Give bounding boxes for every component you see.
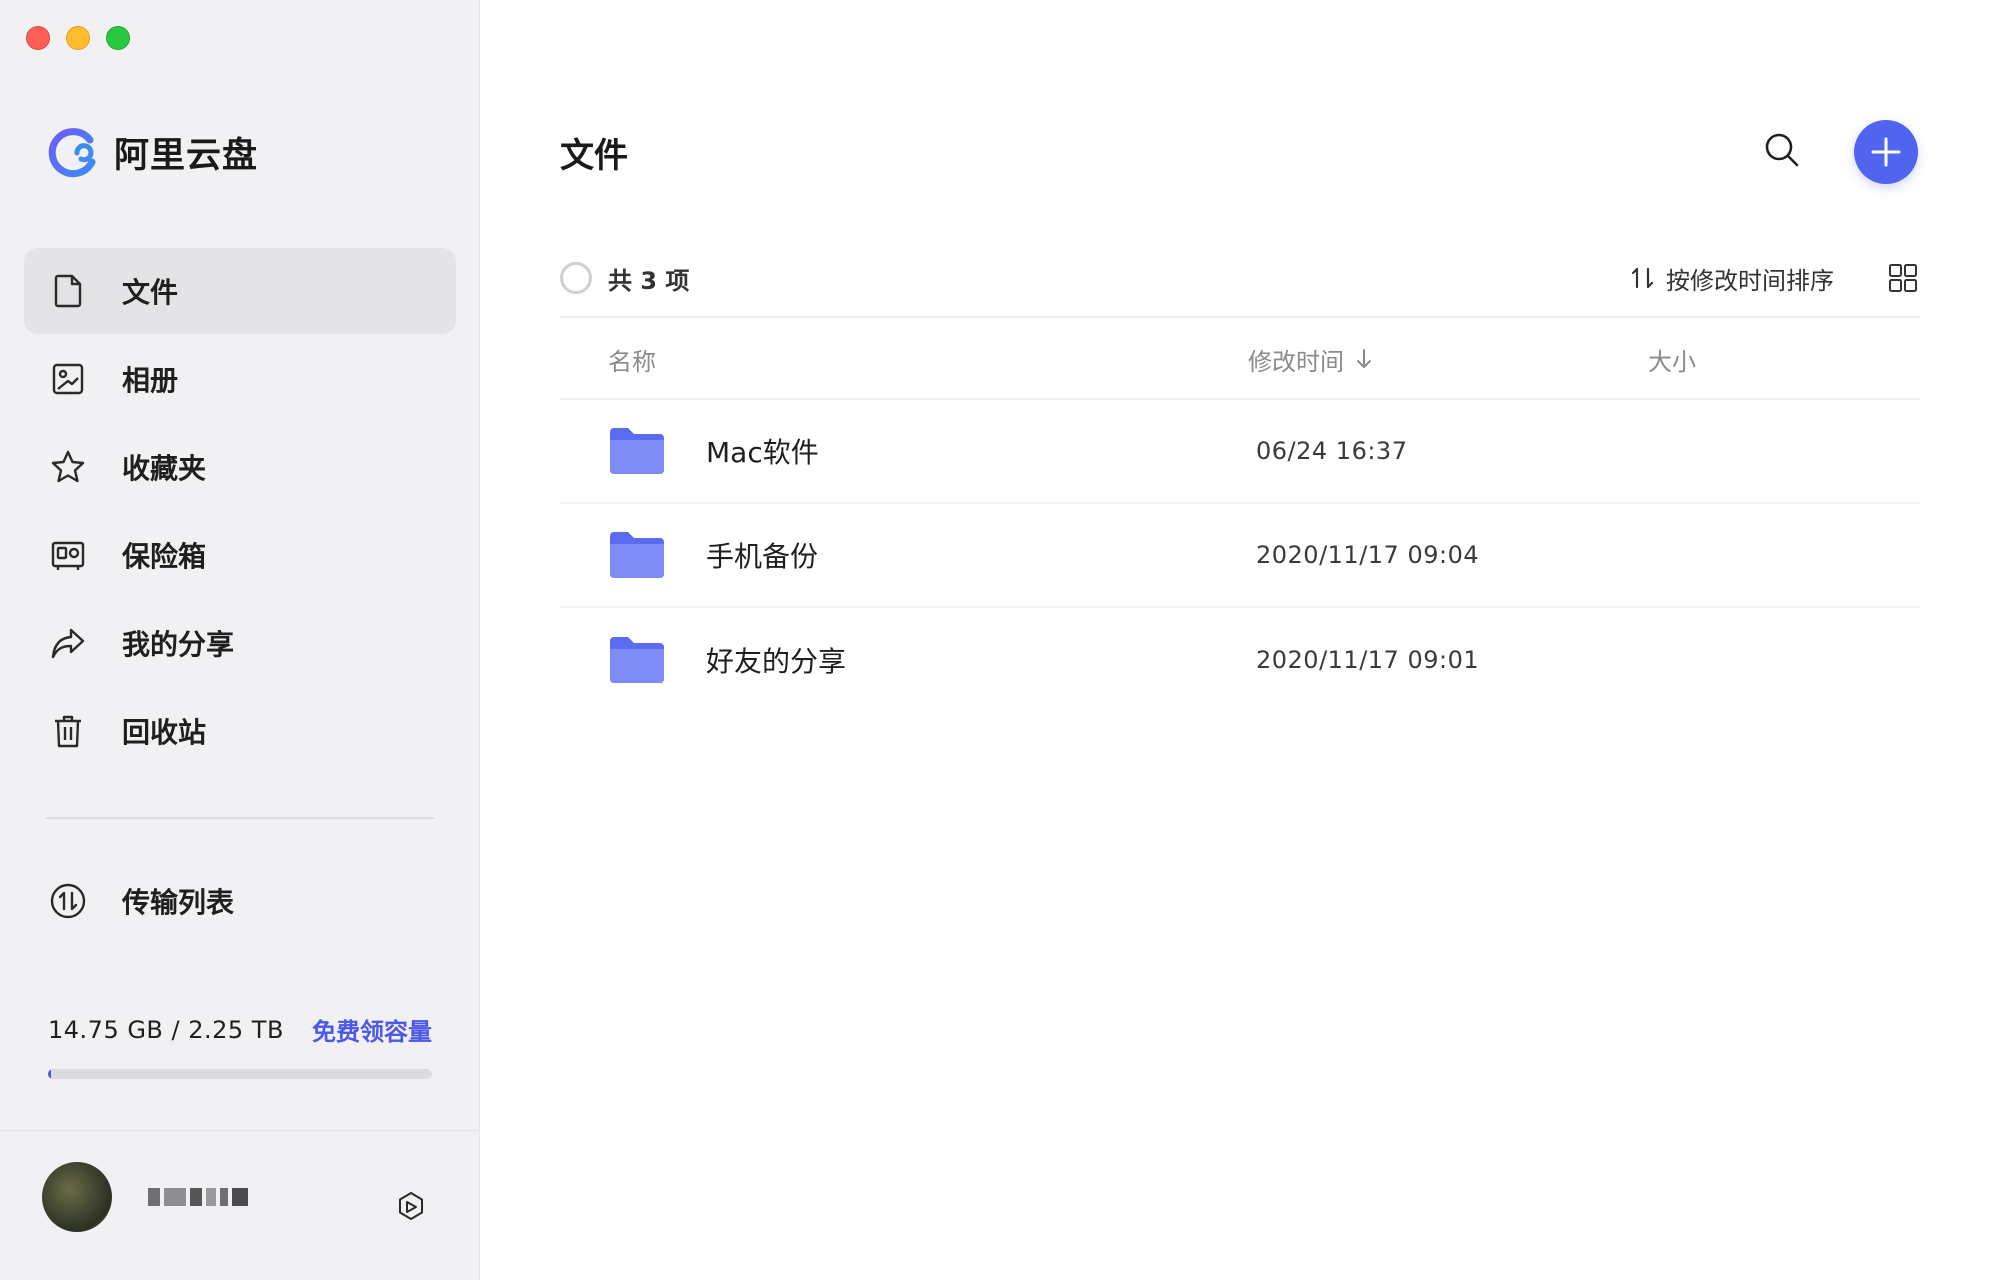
sidebar-item-trash[interactable]: 回收站 — [24, 688, 456, 774]
sidebar-item-album[interactable]: 相册 — [24, 336, 456, 422]
search-icon[interactable] — [1762, 130, 1802, 170]
arrow-down-icon — [1357, 349, 1371, 368]
folder-icon — [610, 532, 664, 578]
file-modified-time: 06/24 16:37 — [1256, 437, 1408, 465]
folder-icon — [610, 637, 664, 683]
transfer-section: 传输列表 — [24, 858, 456, 946]
file-name: 好友的分享 — [706, 645, 847, 678]
minimize-window-button[interactable] — [66, 26, 90, 50]
column-time-label: 修改时间 — [1248, 347, 1344, 376]
sidebar-divider — [46, 817, 434, 819]
user-divider — [0, 1130, 480, 1131]
storage-info: 14.75 GB / 2.25 TB 免费领容量 — [48, 1012, 432, 1079]
sort-button[interactable]: 按修改时间排序 — [1628, 261, 1834, 296]
free-capacity-link[interactable]: 免费领容量 — [312, 1012, 432, 1047]
sidebar-item-label: 我的分享 — [122, 628, 235, 661]
trash-icon — [46, 709, 90, 753]
column-time-header[interactable]: 修改时间 — [1248, 342, 1648, 377]
select-all-checkbox[interactable] — [560, 262, 592, 294]
sidebar-item-label: 文件 — [122, 276, 179, 309]
table-row[interactable]: Mac软件 06/24 16:37 — [560, 400, 1920, 504]
sort-icon — [1631, 267, 1654, 289]
file-name: Mac软件 — [706, 436, 819, 469]
column-size-header[interactable]: 大小 — [1648, 342, 1696, 377]
app-name: 阿里云盘 — [114, 135, 259, 176]
sidebar-item-label: 回收站 — [122, 716, 207, 749]
grid-view-icon[interactable] — [1886, 261, 1920, 295]
sidebar-item-my-shares[interactable]: 我的分享 — [24, 600, 456, 686]
brand: 阿里云盘 — [46, 126, 258, 178]
table-header: 名称 修改时间 大小 — [560, 320, 1920, 400]
file-name: 手机备份 — [706, 540, 819, 573]
safe-icon — [46, 533, 90, 577]
username-redacted — [148, 1188, 248, 1206]
user-profile[interactable] — [42, 1162, 248, 1232]
sidebar-nav: 文件 相册 收藏夹 保险箱 我的分享 回收站 — [24, 248, 456, 776]
file-toolbar: 共 3 项 按修改时间排序 — [560, 248, 1920, 318]
settings-icon[interactable] — [394, 1190, 428, 1224]
zoom-window-button[interactable] — [106, 26, 130, 50]
photo-album-icon — [46, 357, 90, 401]
folder-icon — [610, 428, 664, 474]
share-icon — [46, 621, 90, 665]
window-controls — [26, 26, 130, 50]
storage-usage-text: 14.75 GB / 2.25 TB — [48, 1015, 284, 1044]
sidebar-item-label: 相册 — [122, 364, 179, 397]
sidebar-item-favorites[interactable]: 收藏夹 — [24, 424, 456, 510]
sidebar-item-safe[interactable]: 保险箱 — [24, 512, 456, 598]
plus-icon — [1871, 137, 1901, 167]
file-modified-time: 2020/11/17 09:04 — [1256, 541, 1480, 569]
close-window-button[interactable] — [26, 26, 50, 50]
file-modified-time: 2020/11/17 09:01 — [1256, 646, 1480, 674]
sidebar-item-transfer-list[interactable]: 传输列表 — [24, 858, 456, 944]
table-row[interactable]: 好友的分享 2020/11/17 09:01 — [560, 608, 1920, 712]
sidebar-item-label: 保险箱 — [122, 540, 207, 573]
app-window: 阿里云盘 文件 相册 收藏夹 保险箱 我的分享 回收站 传输列表 14.75 G… — [0, 0, 2000, 1280]
page-title: 文件 — [560, 136, 628, 176]
column-name-header[interactable]: 名称 — [608, 342, 1248, 377]
sidebar-item-label: 传输列表 — [122, 886, 235, 919]
item-count: 共 3 项 — [608, 266, 690, 295]
sidebar-item-files[interactable]: 文件 — [24, 248, 456, 334]
file-list: Mac软件 06/24 16:37 手机备份 2020/11/17 09:04 … — [560, 400, 1920, 712]
main-content: 文件 共 3 项 按修改时间排序 名称 修改时间 大小 Mac软件 06/24 … — [480, 0, 2000, 1280]
file-icon — [46, 269, 90, 313]
sort-label: 按修改时间排序 — [1666, 266, 1834, 295]
table-row[interactable]: 手机备份 2020/11/17 09:04 — [560, 504, 1920, 608]
sidebar: 阿里云盘 文件 相册 收藏夹 保险箱 我的分享 回收站 传输列表 14.75 G… — [0, 0, 480, 1280]
aliyun-drive-logo-icon — [48, 128, 96, 178]
transfer-icon — [46, 879, 90, 923]
add-button[interactable] — [1854, 120, 1918, 184]
storage-progress-fill — [48, 1069, 51, 1079]
avatar[interactable] — [42, 1162, 112, 1232]
star-icon — [46, 445, 90, 489]
storage-progress-bar — [48, 1069, 432, 1079]
sidebar-item-label: 收藏夹 — [122, 452, 207, 485]
